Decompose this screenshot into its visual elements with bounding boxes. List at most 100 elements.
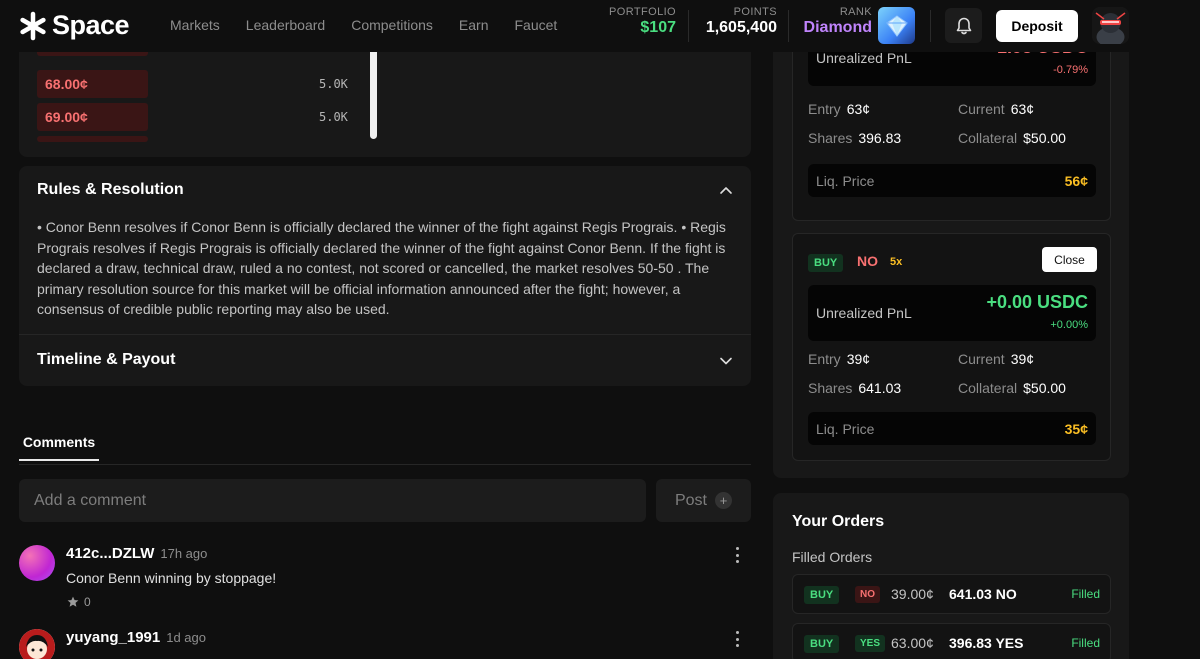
order-quantity: 641.03 NO — [949, 586, 1017, 602]
comment-username: yuyang_1991 — [66, 629, 161, 646]
post-button[interactable]: Post + — [656, 479, 751, 522]
points-stat: POINTS 1,605,400 — [690, 6, 777, 37]
position-card: Unrealized PnL -1.98 USDC -0.79% Entry63… — [792, 30, 1111, 221]
rank-value: Diamond — [803, 19, 872, 36]
collateral: Collateral $50.00 — [958, 380, 1066, 396]
orderbook-ask-row[interactable]: 68.00¢ — [37, 70, 148, 98]
current-price: Current 63¢ — [958, 101, 1034, 117]
notifications-button[interactable] — [945, 8, 982, 43]
outcome-label: NO — [857, 253, 878, 269]
entry-value: 39¢ — [846, 351, 871, 367]
entry-price: Entry 63¢ — [808, 101, 870, 117]
orders-panel: Your Orders Filled Orders BUY NO 39.00¢ … — [773, 493, 1129, 659]
robot-avatar-icon — [1092, 7, 1129, 44]
avatar[interactable] — [19, 629, 55, 659]
shares-label: Shares — [808, 380, 853, 396]
comment-author[interactable]: yuyang_1991 1d ago — [66, 629, 206, 646]
chevron-down-icon[interactable] — [719, 354, 733, 368]
pnl-label: Unrealized PnL — [816, 50, 912, 66]
comment-time: 1d ago — [166, 630, 206, 645]
post-label: Post — [674, 491, 707, 509]
entry-price: Entry 39¢ — [808, 351, 870, 367]
positions-panel: Unrealized PnL -1.98 USDC -0.79% Entry63… — [773, 30, 1129, 478]
comments-tabs: Comments — [19, 430, 751, 465]
order-price: 39.00¢ — [891, 586, 934, 602]
current-value: 39¢ — [1010, 351, 1035, 367]
pnl-box: Unrealized PnL +0.00 USDC +0.00% — [808, 285, 1096, 341]
comment-time: 17h ago — [160, 546, 208, 561]
pnl-label: Unrealized PnL — [816, 305, 912, 321]
comment-author[interactable]: 412c...DZLW 17h ago — [66, 545, 207, 562]
order-side: BUY — [804, 635, 840, 653]
liq-value: 56¢ — [1064, 173, 1088, 189]
more-vertical-icon[interactable] — [734, 631, 740, 647]
order-status: Filled — [1071, 587, 1100, 601]
liq-label: Liq. Price — [816, 173, 875, 189]
order-row[interactable]: BUY NO 39.00¢ 641.03 NO Filled — [792, 574, 1111, 614]
header-divider — [688, 10, 689, 42]
bell-icon — [956, 17, 971, 34]
current-label: Current — [958, 351, 1005, 367]
nav-leaderboard[interactable]: Leaderboard — [246, 17, 325, 33]
entry-label: Entry — [808, 351, 841, 367]
portfolio-label: PORTFOLIO — [609, 6, 676, 18]
order-price: 63.00¢ — [891, 635, 934, 651]
nav-competitions[interactable]: Competitions — [351, 17, 433, 33]
nav-earn[interactable]: Earn — [459, 17, 489, 33]
pnl-value: +0.00 USDC — [986, 292, 1088, 312]
side-badge: BUY — [808, 254, 844, 272]
order-outcome: YES — [855, 635, 886, 652]
collateral-label: Collateral — [958, 130, 1018, 146]
comment-likes[interactable]: 0 — [67, 595, 91, 609]
portfolio-stat[interactable]: PORTFOLIO $107 — [600, 6, 676, 37]
pnl-percent: -0.79% — [1053, 64, 1088, 76]
portfolio-value: $107 — [640, 19, 676, 36]
header-divider — [930, 10, 931, 42]
diamond-icon — [885, 14, 908, 37]
liq-value: 35¢ — [1064, 421, 1088, 437]
close-position-button[interactable]: Close — [1042, 247, 1097, 272]
plus-icon: + — [715, 492, 732, 509]
likes-count: 0 — [84, 595, 91, 609]
orderbook-ask-row[interactable]: 69.00¢ — [37, 103, 148, 131]
tab-comments[interactable]: Comments — [19, 434, 99, 461]
pnl-percent: +0.00% — [1050, 319, 1088, 331]
timeline-title[interactable]: Timeline & Payout — [37, 351, 175, 369]
orders-title: Your Orders — [792, 513, 885, 530]
divider — [19, 334, 751, 335]
order-row[interactable]: BUY YES 63.00¢ 396.83 YES Filled — [792, 623, 1111, 659]
rules-card: Rules & Resolution • Conor Benn resolves… — [19, 166, 751, 386]
top-navigation-bar: Space Markets Leaderboard Competitions E… — [0, 0, 1200, 52]
orderbook-size: 5.0K — [319, 110, 348, 124]
position-card: BUY NO 5x Close Unrealized PnL +0.00 USD… — [792, 233, 1111, 461]
comment-input[interactable] — [19, 479, 646, 522]
orderbook-scrollbar[interactable] — [370, 40, 377, 139]
deposit-button[interactable]: Deposit — [996, 10, 1078, 42]
points-label: POINTS — [733, 6, 777, 18]
brand-name: Space — [52, 10, 130, 40]
shares-label: Shares — [808, 130, 853, 146]
more-vertical-icon[interactable] — [734, 547, 740, 563]
leverage-label: 5x — [890, 256, 903, 268]
entry-value: 63¢ — [846, 101, 871, 117]
entry-label: Entry — [808, 101, 841, 117]
brand-logo[interactable]: Space — [18, 10, 130, 41]
order-outcome: NO — [855, 586, 880, 603]
user-avatar[interactable] — [1092, 7, 1129, 44]
collateral-value: $50.00 — [1023, 130, 1066, 146]
main-nav: Markets Leaderboard Competitions Earn Fa… — [170, 17, 583, 33]
current-label: Current — [958, 101, 1005, 117]
liquidation-price: Liq. Price 35¢ — [808, 412, 1096, 445]
rank-label: RANK — [839, 6, 872, 18]
shares-value: 641.03 — [858, 380, 902, 396]
order-quantity: 396.83 YES — [949, 635, 1024, 651]
rules-text: • Conor Benn resolves if Conor Benn is o… — [37, 219, 726, 318]
chevron-up-icon[interactable] — [719, 183, 733, 197]
nav-faucet[interactable]: Faucet — [514, 17, 557, 33]
order-side: BUY — [804, 586, 840, 604]
nav-markets[interactable]: Markets — [170, 17, 220, 33]
points-value: 1,605,400 — [705, 19, 777, 36]
orderbook-ask-row-partial[interactable] — [37, 136, 148, 142]
rules-title[interactable]: Rules & Resolution — [37, 181, 184, 199]
avatar[interactable] — [19, 545, 55, 581]
